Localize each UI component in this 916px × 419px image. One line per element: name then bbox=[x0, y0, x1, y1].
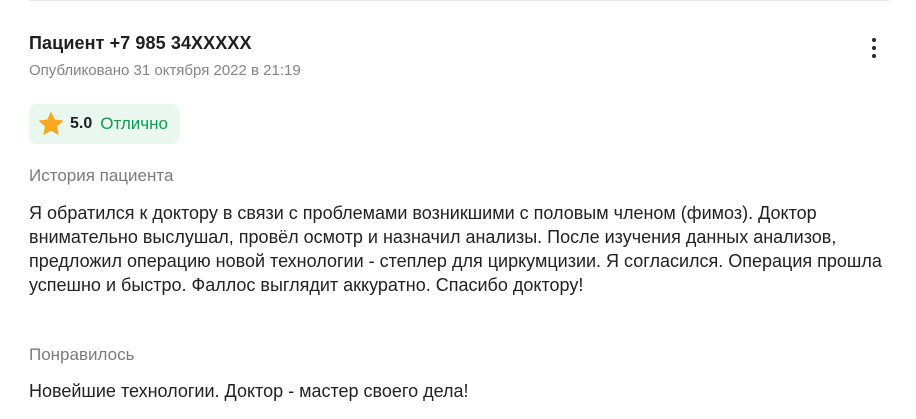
menu-dot bbox=[872, 54, 876, 58]
review-author: Пациент +7 985 34XXXXX bbox=[29, 33, 252, 53]
star-icon bbox=[39, 112, 63, 135]
history-text: Я обратился к доктору в связи с проблема… bbox=[29, 203, 882, 295]
history-label: История пациента bbox=[29, 166, 174, 185]
top-divider bbox=[29, 0, 889, 1]
rating-value: 5.0 bbox=[70, 115, 93, 132]
menu-dot bbox=[872, 46, 876, 50]
liked-text: Новейшие технологии. Доктор - мастер сво… bbox=[29, 381, 469, 401]
more-vertical-icon[interactable] bbox=[862, 33, 886, 63]
rating-label: Отлично bbox=[100, 114, 169, 133]
rating-badge: 5.0 Отлично bbox=[29, 104, 181, 144]
review-date: Опубликовано 31 октября 2022 в 21:19 bbox=[29, 62, 301, 79]
menu-dot bbox=[872, 38, 876, 42]
liked-label: Понравилось bbox=[29, 345, 135, 364]
